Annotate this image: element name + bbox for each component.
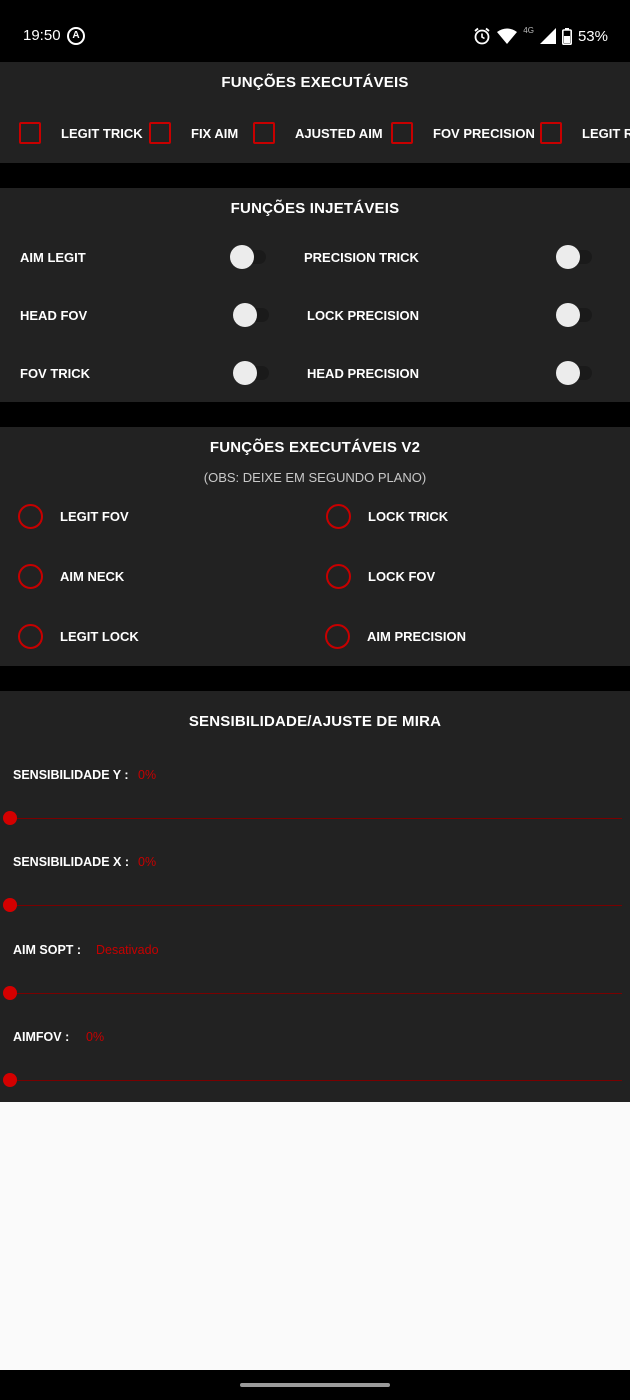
radio-legit-lock[interactable] (18, 624, 43, 649)
injectable-functions-panel: FUNÇÕES INJETÁVEIS AIM LEGIT PRECISION T… (0, 188, 630, 402)
slider-track-aim-sopt[interactable] (10, 993, 622, 994)
switch-label-lock-precision: LOCK PRECISION (307, 308, 419, 323)
switch-fov-trick[interactable] (233, 361, 269, 385)
radio-label-aim-precision: AIM PRECISION (367, 629, 466, 644)
checkbox-label: LEGIT RE (582, 125, 630, 141)
checkbox-label: LEGIT TRICK (61, 125, 143, 141)
switch-label-fov-trick: FOV TRICK (20, 366, 91, 381)
radio-legit-fov[interactable] (18, 504, 43, 529)
switch-precision-trick[interactable] (556, 245, 592, 269)
home-gesture-handle[interactable] (240, 1383, 390, 1387)
radio-label-legit-lock: LEGIT LOCK (60, 629, 139, 644)
switch-thumb[interactable] (230, 245, 254, 269)
radio-aim-precision[interactable] (325, 624, 350, 649)
radio-label-lock-trick: LOCK TRICK (368, 509, 449, 524)
switch-label-head-fov: HEAD FOV (20, 308, 88, 323)
status-icons: 4G 53% (473, 26, 608, 46)
slider-label-aim-sopt: AIM SOPT : (13, 943, 82, 957)
battery-icon (561, 27, 572, 45)
switch-thumb[interactable] (233, 361, 257, 385)
wifi-icon (497, 28, 518, 44)
slider-track-aimfov[interactable] (10, 1080, 622, 1081)
slider-track-sens-y[interactable] (10, 818, 622, 819)
app-badge-icon: A (67, 27, 85, 45)
slider-thumb-aimfov[interactable] (3, 1073, 17, 1087)
checkbox-label: FOV PRECISION (433, 125, 535, 141)
slider-label-aimfov: AIMFOV : (13, 1030, 70, 1044)
checkbox-fov-precision[interactable]: FOV PRECISION (391, 122, 535, 144)
status-bar: 19:50 A 4G 53% (0, 0, 630, 62)
alarm-icon (474, 27, 490, 45)
slider-thumb-aim-sopt[interactable] (3, 986, 17, 1000)
checkbox-box[interactable] (19, 122, 41, 144)
signal-icon (539, 28, 556, 44)
radio-lock-trick[interactable] (326, 504, 351, 529)
checkbox-label: FIX AIM (191, 125, 239, 141)
slider-thumb-sens-x[interactable] (3, 898, 17, 912)
switch-label-head-precision: HEAD PRECISION (307, 366, 419, 381)
radio-label-legit-fov: LEGIT FOV (60, 509, 129, 524)
panel-title: FUNÇÕES INJETÁVEIS (230, 200, 400, 217)
switch-thumb[interactable] (556, 303, 580, 327)
slider-value-sens-x: 0% (138, 855, 157, 869)
executable-functions-v2-panel: FUNÇÕES EXECUTÁVEIS V2 (OBS: DEIXE EM SE… (0, 427, 630, 666)
switch-label-aim-legit: AIM LEGIT (20, 250, 86, 265)
slider-value-aimfov: 0% (86, 1030, 105, 1044)
checkbox-label: AJUSTED AIM (295, 125, 383, 141)
checkbox-legit-trick[interactable]: LEGIT TRICK (19, 122, 143, 144)
sensitivity-panel: SENSIBILIDADE/AJUSTE DE MIRA SENSIBILIDA… (0, 691, 630, 1102)
panel-title: FUNÇÕES EXECUTÁVEIS (221, 74, 409, 91)
panel-title: FUNÇÕES EXECUTÁVEIS V2 (209, 439, 421, 456)
panel-subtitle: (OBS: DEIXE EM SEGUNDO PLANO) (203, 470, 427, 485)
battery-percent: 53% (577, 27, 608, 45)
slider-track-sens-x[interactable] (10, 905, 622, 906)
checkbox-ajusted-aim[interactable]: AJUSTED AIM (253, 122, 383, 144)
checkbox-box[interactable] (391, 122, 413, 144)
switch-thumb[interactable] (556, 361, 580, 385)
slider-value-sens-y: 0% (138, 768, 157, 782)
network-type: 4G (523, 25, 534, 35)
slider-label-sens-x: SENSIBILIDADE X : (13, 855, 129, 869)
slider-thumb-sens-y[interactable] (3, 811, 17, 825)
executable-functions-panel: FUNÇÕES EXECUTÁVEIS LEGIT TRICK FIX AIM … (0, 62, 630, 163)
panel-title: SENSIBILIDADE/AJUSTE DE MIRA (188, 713, 442, 730)
radio-aim-neck[interactable] (18, 564, 43, 589)
switch-head-fov[interactable] (233, 303, 269, 327)
switch-thumb[interactable] (233, 303, 257, 327)
radio-lock-fov[interactable] (326, 564, 351, 589)
checkbox-box[interactable] (540, 122, 562, 144)
radio-label-lock-fov: LOCK FOV (368, 569, 436, 584)
status-time: 19:50 (23, 27, 61, 44)
switch-thumb[interactable] (556, 245, 580, 269)
checkbox-fix-aim[interactable]: FIX AIM (149, 122, 238, 144)
checkbox-box[interactable] (253, 122, 275, 144)
switch-aim-legit[interactable] (230, 245, 266, 269)
empty-area (0, 1102, 630, 1370)
slider-value-aim-sopt: Desativado (96, 943, 159, 957)
checkbox-box[interactable] (149, 122, 171, 144)
checkbox-legit-re[interactable]: LEGIT RE (540, 122, 630, 144)
switch-label-precision-trick: PRECISION TRICK (304, 250, 419, 265)
navigation-bar (0, 1370, 630, 1400)
radio-label-aim-neck: AIM NECK (60, 569, 125, 584)
switch-head-precision[interactable] (556, 361, 592, 385)
switch-lock-precision[interactable] (556, 303, 592, 327)
slider-label-sens-y: SENSIBILIDADE Y : (13, 768, 129, 782)
